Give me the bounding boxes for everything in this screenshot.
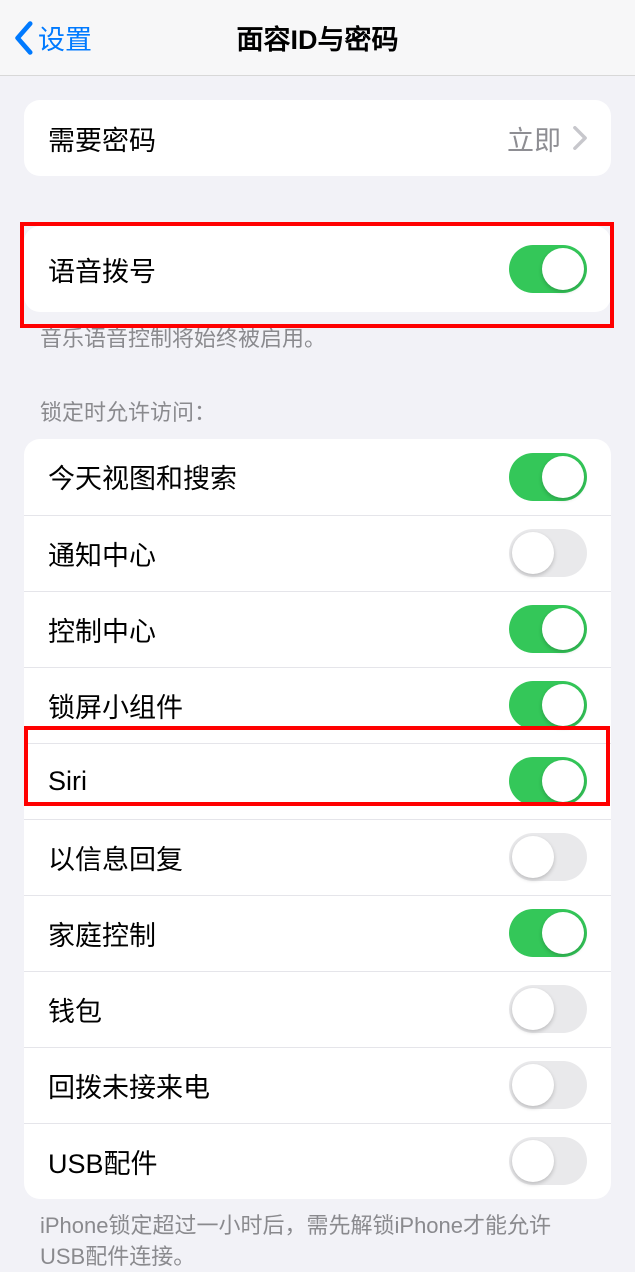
cell-locked-item: 锁屏小组件 bbox=[24, 667, 611, 743]
cell-locked-item: 今天视图和搜索 bbox=[24, 439, 611, 515]
cell-locked-item: USB配件 bbox=[24, 1123, 611, 1199]
cell-label: 语音拨号 bbox=[48, 250, 156, 289]
cell-label: 今天视图和搜索 bbox=[48, 457, 237, 496]
cell-label: 回拨未接来电 bbox=[48, 1066, 210, 1105]
toggle-knob bbox=[512, 532, 554, 574]
page-title: 面容ID与密码 bbox=[0, 18, 635, 57]
cell-locked-item: 以信息回复 bbox=[24, 819, 611, 895]
cell-locked-item: 家庭控制 bbox=[24, 895, 611, 971]
cell-label: 通知中心 bbox=[48, 534, 156, 573]
chevron-right-icon bbox=[573, 126, 587, 150]
cell-locked-item: 钱包 bbox=[24, 971, 611, 1047]
toggle-knob bbox=[542, 456, 584, 498]
cell-value: 立即 bbox=[507, 119, 561, 158]
toggle-locked-item[interactable] bbox=[509, 605, 587, 653]
group-voice-dial: 语音拨号 bbox=[24, 226, 611, 312]
toggle-knob bbox=[512, 1140, 554, 1182]
toggle-voice-dial[interactable] bbox=[509, 245, 587, 293]
toggle-knob bbox=[512, 1064, 554, 1106]
toggle-knob bbox=[542, 912, 584, 954]
cell-label: Siri bbox=[48, 766, 87, 797]
cell-label: 锁屏小组件 bbox=[48, 686, 183, 725]
locked-access-footer: iPhone锁定超过一小时后，需先解锁iPhone才能允许USB配件连接。 bbox=[0, 1199, 635, 1272]
cell-label: 家庭控制 bbox=[48, 914, 156, 953]
content: 需要密码 立即 语音拨号 音乐语音控制将始终被启用。 锁定时允许访问： 今天视图… bbox=[0, 76, 635, 1272]
chevron-left-icon bbox=[12, 20, 34, 56]
toggle-knob bbox=[512, 836, 554, 878]
cell-label: USB配件 bbox=[48, 1142, 158, 1181]
cell-label: 钱包 bbox=[48, 990, 102, 1029]
toggle-locked-item[interactable] bbox=[509, 909, 587, 957]
navigation-bar: 设置 面容ID与密码 bbox=[0, 0, 635, 76]
toggle-locked-item[interactable] bbox=[509, 1061, 587, 1109]
voice-dial-footer: 音乐语音控制将始终被启用。 bbox=[0, 312, 635, 355]
toggle-knob bbox=[542, 760, 584, 802]
cell-locked-item: Siri bbox=[24, 743, 611, 819]
cell-voice-dial: 语音拨号 bbox=[24, 226, 611, 312]
locked-access-header: 锁定时允许访问： bbox=[0, 395, 635, 439]
toggle-locked-item[interactable] bbox=[509, 985, 587, 1033]
toggle-locked-item[interactable] bbox=[509, 453, 587, 501]
toggle-locked-item[interactable] bbox=[509, 833, 587, 881]
toggle-locked-item[interactable] bbox=[509, 1137, 587, 1185]
toggle-knob bbox=[542, 684, 584, 726]
cell-require-passcode[interactable]: 需要密码 立即 bbox=[24, 100, 611, 176]
cell-locked-item: 通知中心 bbox=[24, 515, 611, 591]
cell-label: 以信息回复 bbox=[48, 838, 183, 877]
cell-label: 需要密码 bbox=[48, 119, 156, 158]
cell-label: 控制中心 bbox=[48, 610, 156, 649]
cell-right: 立即 bbox=[507, 119, 587, 158]
toggle-locked-item[interactable] bbox=[509, 529, 587, 577]
group-locked-access: 今天视图和搜索通知中心控制中心锁屏小组件 Siri 以信息回复家庭控制钱包回拨未接来… bbox=[24, 439, 611, 1199]
toggle-locked-item[interactable] bbox=[509, 757, 587, 805]
cell-locked-item: 控制中心 bbox=[24, 591, 611, 667]
toggle-locked-item[interactable] bbox=[509, 681, 587, 729]
back-label: 设置 bbox=[38, 18, 92, 57]
group-passcode: 需要密码 立即 bbox=[24, 100, 611, 176]
toggle-knob bbox=[542, 248, 584, 290]
cell-locked-item: 回拨未接来电 bbox=[24, 1047, 611, 1123]
toggle-knob bbox=[542, 608, 584, 650]
toggle-knob bbox=[512, 988, 554, 1030]
back-button[interactable]: 设置 bbox=[0, 18, 92, 57]
